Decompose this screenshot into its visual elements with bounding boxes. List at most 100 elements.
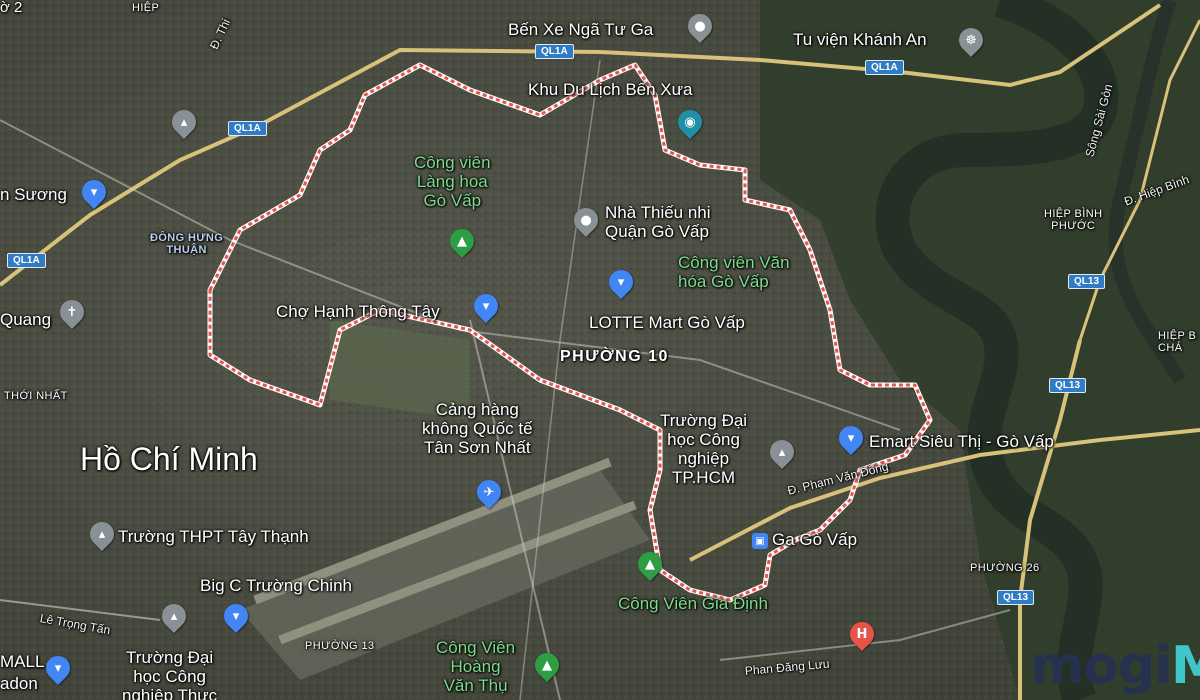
shopping-cart-icon: ▾ [232,608,240,624]
hospital-h-icon: H [856,626,868,642]
highway-shield-ql1a: QL1A [535,44,574,59]
poi-label-khu-du-lich-ben-xua[interactable]: Khu Du Lịch Bến Xưa [528,80,692,99]
poi-label-cho-hanh-thong-tay[interactable]: Chợ Hạnh Thông Tây [276,302,440,321]
poi-label-san-bay-tan-son-nhat[interactable]: Cảng hàng không Quốc tế Tân Sơn Nhất [422,400,533,457]
poi-label-lotte-mart[interactable]: LOTTE Mart Gò Vấp [589,313,745,332]
poi-label-mall[interactable]: MALL [0,652,44,671]
poi-label-tu-vien-khanh-an[interactable]: Tu viện Khánh An [793,30,927,49]
shopping-pin-icon[interactable]: ▾ [834,421,868,455]
poi-label-line: Văn Thụ [443,676,508,696]
poi-label-line: Công Viên [436,638,516,657]
airport-pin-icon[interactable]: ✈ [472,475,506,509]
shopping-cart-icon: ▾ [617,274,625,290]
mogi-logo: mogiM [1030,640,1200,692]
ward-label: PHƯỜNG 10 [560,348,669,365]
area-label-line: CHÁ [1158,342,1183,355]
area-label-hiep: HIỆP [132,2,160,14]
area-label-line: PHƯỚC [1051,220,1096,233]
school-pin-icon[interactable]: ▴ [157,599,191,633]
shopping-cart-icon: ▾ [482,298,490,314]
park-pin-icon[interactable]: ▲ [633,547,667,581]
graduation-cap-icon: ▴ [170,608,178,624]
poi-label-cong-vien-gia-dinh[interactable]: Công Viên Gia Định [618,594,768,613]
park-pin-icon[interactable]: ▲ [530,648,564,682]
poi-label-line: nghiệp [678,449,730,469]
area-label-phuong-26: PHƯỜNG 26 [970,562,1040,574]
poi-label-big-c[interactable]: Big C Trường Chinh [200,576,352,595]
camera-icon: ◉ [684,114,696,130]
highway-shield-ql1a: QL1A [865,60,904,75]
camera-pin-icon[interactable]: ◉ [673,105,707,139]
train-station-icon[interactable]: ▣ [752,533,768,549]
poi-label-line: Quận Gò Vấp [605,222,709,242]
school-pin-icon[interactable]: ▴ [85,517,119,551]
poi-label-line: không Quốc tế [422,419,533,439]
poi-label-line: Trường Đại [660,411,748,430]
poi-label-an-suong[interactable]: n Sương [0,185,67,204]
location-pin-icon[interactable]: ● [683,9,717,43]
poi-label-emart[interactable]: Emart Siêu Thị - Gò Vấp [869,432,1054,451]
bus-icon: ● [694,18,706,34]
shopping-bag-icon: ▾ [54,660,62,676]
poi-label-ga-go-vap[interactable]: Ga Gò Vấp [772,530,857,549]
cross-icon: ✝ [66,304,78,320]
poi-label-quang[interactable]: Quang [0,310,51,329]
tree-icon: ▲ [457,233,467,249]
location-pin-icon[interactable]: ● [569,203,603,237]
area-label-dong-hung-thuan: ĐÔNG HƯNG THUẬN [150,232,223,257]
highway-shield-ql13: QL13 [1049,378,1087,393]
poi-label-truong-dai-hoc-cong-nghiep[interactable]: Trường Đại học Công nghiệp TP.HCM [660,411,747,487]
tree-icon: ▲ [645,556,655,572]
poi-label-ben-xe-nga-tu-ga[interactable]: Bến Xe Ngã Tư Ga [508,20,653,39]
logo-mark: M [1170,636,1200,696]
location-icon: ● [580,212,592,228]
poi-label-truong-thpt-tay-thanh[interactable]: Trường THPT Tây Thạnh [118,527,309,546]
school-pin-icon[interactable]: ▴ [167,105,201,139]
poi-label-line: học Công [133,667,206,687]
tree-icon: ▲ [542,657,552,673]
temple-pin-icon[interactable]: ☸ [954,23,988,57]
shopping-cart-icon: ▾ [90,184,98,200]
highway-shield-ql13: QL13 [997,590,1035,605]
satellite-map[interactable]: QL1A QL1A QL1A QL1A QL13 QL13 QL13 HIỆP … [0,0,1200,700]
poi-label-cong-vien-van-hoa[interactable]: Công viên Văn hóa Gò Vấp [678,253,790,291]
area-label-hiep-b: HIỆP B CHÁ [1158,330,1196,355]
poi-label-adon[interactable]: adon [0,674,38,693]
shopping-pin-icon[interactable]: ▾ [77,175,111,209]
shopping-pin-icon[interactable]: ▾ [219,599,253,633]
shopping-pin-icon[interactable]: ▾ [604,265,638,299]
highway-shield-ql13: QL13 [1068,274,1106,289]
shopping-cart-icon: ▾ [847,430,855,446]
area-label-to2: ờ 2 [0,0,23,16]
poi-label-line: học Công [667,430,740,450]
poi-label-line: Công viên Văn [678,253,790,272]
airplane-icon: ✈ [483,484,495,500]
shopping-pin-icon[interactable]: ▾ [469,289,503,323]
poi-label-line: Tân Sơn Nhất [423,438,531,458]
poi-label-line: Hoàng [450,657,501,677]
poi-label-cong-vien-hoang-van-thu[interactable]: Công Viên Hoàng Văn Thụ [436,638,515,695]
poi-label-line: Cảng hàng [435,400,519,419]
area-label-line: THUẬN [166,244,207,257]
poi-label-line: hóa Gò Vấp [678,272,769,292]
area-label-thoi-nhat: THỚI NHẤT [4,390,68,402]
logo-text: mogi [1030,636,1172,696]
church-pin-icon[interactable]: ✝ [55,295,89,329]
poi-label-line: Gò Vấp [423,191,482,211]
city-label: Hồ Chí Minh [80,441,258,477]
park-pin-icon[interactable]: ▲ [445,224,479,258]
graduation-cap-icon: ▴ [778,444,786,460]
poi-label-nha-thieu-nhi[interactable]: Nhà Thiếu nhi Quận Gò Vấp [605,203,711,241]
highway-shield-ql1a: QL1A [228,121,267,136]
hospital-pin-icon[interactable]: H [845,617,879,651]
poi-label-cong-vien-lang-hoa[interactable]: Công viên Làng hoa Gò Vấp [414,153,491,210]
poi-label-line: Trường Đại [126,648,214,667]
poi-label-line: Làng hoa [416,172,488,192]
highway-shield-ql1a: QL1A [7,253,46,268]
shopping-pin-icon[interactable]: ▾ [41,651,75,685]
area-label-line: ĐÔNG HƯNG [150,232,224,244]
school-pin-icon[interactable]: ▴ [765,435,799,469]
poi-label-line: Nhà Thiếu nhi [605,203,711,222]
graduation-cap-icon: ▴ [98,526,106,542]
poi-label-truong-dai-hoc-cntp[interactable]: Trường Đại học Công nghiệp Thực [122,648,217,700]
